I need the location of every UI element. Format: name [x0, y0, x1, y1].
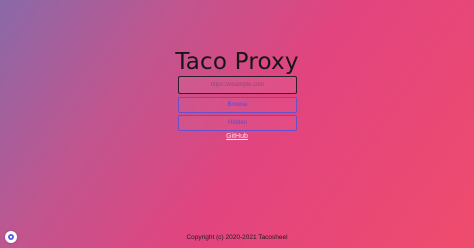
- browse-button[interactable]: Browse: [178, 97, 297, 113]
- url-input[interactable]: [178, 76, 297, 94]
- hidden-button[interactable]: Hidden: [178, 115, 297, 131]
- footer-copyright: Copyright (c) 2020-2021 Tacosheel: [186, 234, 288, 241]
- page-title: Taco Proxy: [175, 49, 299, 75]
- corner-badge-button[interactable]: [5, 231, 17, 243]
- settings-icon: [7, 228, 15, 246]
- github-link[interactable]: GitHub: [0, 133, 474, 140]
